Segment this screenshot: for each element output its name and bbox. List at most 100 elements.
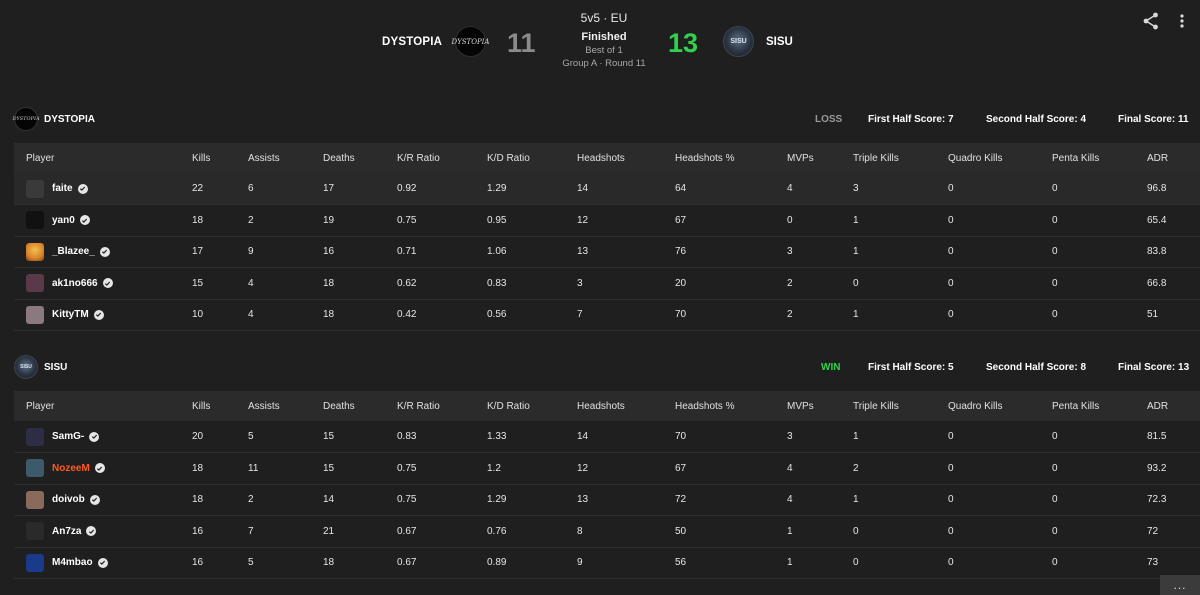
stat-cell: 0: [948, 246, 954, 258]
column-header[interactable]: K/R Ratio: [397, 143, 487, 173]
stat-cell: 0: [1052, 557, 1058, 569]
player-name[interactable]: NozeeM: [52, 463, 90, 474]
player-name[interactable]: KittyTM: [52, 309, 89, 320]
avatar[interactable]: [26, 427, 44, 446]
stat-cell: 0.83: [487, 277, 507, 289]
stat-cell: 81.5: [1147, 431, 1167, 442]
player-name[interactable]: M4mbao: [52, 557, 93, 568]
column-header[interactable]: Deaths: [323, 391, 397, 421]
column-header[interactable]: MVPs: [787, 143, 853, 173]
column-header[interactable]: Quadro Kills: [948, 391, 1052, 421]
column-header[interactable]: K/D Ratio: [487, 143, 577, 173]
verified-check-icon: [89, 431, 100, 442]
column-header[interactable]: Kills: [192, 391, 248, 421]
stat-cell: 1.29: [487, 183, 507, 194]
player-name[interactable]: doivob: [52, 494, 85, 505]
team-logo[interactable]: SISU: [14, 355, 38, 379]
column-header[interactable]: Quadro Kills: [948, 143, 1052, 173]
column-header[interactable]: ADR: [1147, 143, 1200, 173]
column-header[interactable]: Penta Kills: [1052, 143, 1147, 173]
avatar[interactable]: [26, 242, 44, 261]
player-name[interactable]: SamG-: [52, 431, 84, 442]
player-cell: SamG-: [14, 421, 192, 453]
match-mode: 5v5 · EU: [580, 11, 628, 25]
share-icon[interactable]: [1143, 12, 1159, 30]
stat-cell: 16: [192, 557, 204, 569]
verified-check-icon: [94, 463, 105, 474]
team-section-sisu: SISU SISU WIN First Half Score: 5 Second…: [14, 353, 1200, 579]
column-header[interactable]: Triple Kills: [853, 391, 948, 421]
column-header[interactable]: K/D Ratio: [487, 391, 577, 421]
column-header[interactable]: ADR: [1147, 391, 1200, 421]
stat-cell: 0: [948, 309, 954, 321]
team-name[interactable]: DYSTOPIA: [44, 114, 95, 125]
column-header[interactable]: Player: [14, 391, 192, 421]
column-header[interactable]: Triple Kills: [853, 143, 948, 173]
team-logo[interactable]: DYSTOPIA: [12, 107, 40, 131]
stat-cell: 3: [853, 183, 859, 194]
avatar[interactable]: [26, 179, 44, 198]
player-row[interactable]: M4mbao 16 5 18 0.67 0.89 9 56 1 0 0 0 73: [14, 547, 1200, 579]
chat-icon[interactable]: ...: [1160, 575, 1200, 595]
player-row[interactable]: yan0 18 2 19 0.75 0.95 12 67 0 1 0 0 65.4: [14, 205, 1200, 237]
avatar[interactable]: [26, 553, 44, 572]
player-row[interactable]: faite 22 6 17 0.92 1.29 14 64 4 3 0 0 96.8: [14, 173, 1200, 205]
column-header[interactable]: K/R Ratio: [397, 391, 487, 421]
player-row[interactable]: KittyTM 10 4 18 0.42 0.56 7 70 2 1 0 0 51: [14, 299, 1200, 331]
stat-cell: 4: [248, 277, 254, 289]
column-header[interactable]: Headshots %: [675, 143, 787, 173]
player-cell: doivob: [14, 484, 192, 516]
stat-cell: 0: [948, 214, 954, 226]
player-row[interactable]: doivob 18 2 14 0.75 1.29 13 72 4 1 0 0 72.3: [14, 484, 1200, 516]
stat-cell: 56: [675, 557, 687, 569]
avatar[interactable]: [26, 490, 44, 509]
column-header[interactable]: Penta Kills: [1052, 391, 1147, 421]
verified-check-icon: [77, 183, 88, 194]
stat-cell: 0.92: [397, 183, 417, 194]
stat-cell: 21: [323, 525, 335, 537]
stat-cell: 0: [1052, 309, 1058, 321]
avatar[interactable]: [26, 211, 44, 230]
column-header[interactable]: Kills: [192, 143, 248, 173]
player-name[interactable]: ak1no666: [52, 278, 98, 289]
stat-cell: 0: [1052, 431, 1058, 442]
team-left-logo[interactable]: DYSTOPIA: [452, 26, 489, 57]
player-name[interactable]: An7za: [52, 526, 81, 537]
avatar[interactable]: [26, 459, 44, 478]
column-header[interactable]: Headshots: [577, 391, 675, 421]
column-header[interactable]: Headshots %: [675, 391, 787, 421]
stat-cell: 16: [192, 525, 204, 537]
stat-cell: 14: [323, 494, 335, 506]
player-name[interactable]: faite: [52, 183, 73, 194]
avatar[interactable]: [26, 522, 44, 541]
team-name[interactable]: SISU: [44, 362, 67, 373]
avatar[interactable]: [26, 274, 44, 293]
column-header[interactable]: Player: [14, 143, 192, 173]
column-header[interactable]: MVPs: [787, 391, 853, 421]
player-row[interactable]: SamG- 20 5 15 0.83 1.33 14 70 3 1 0 0 81.5: [14, 421, 1200, 453]
player-name[interactable]: yan0: [52, 215, 75, 226]
stat-cell: 13: [577, 246, 589, 258]
column-header[interactable]: Assists: [248, 391, 323, 421]
stat-cell: 6: [248, 183, 254, 194]
stat-cell: 2: [248, 214, 254, 226]
stat-cell: 3: [577, 277, 583, 289]
column-header[interactable]: Assists: [248, 143, 323, 173]
player-row[interactable]: ak1no666 15 4 18 0.62 0.83 3 20 2 0 0 0 66.8: [14, 268, 1200, 299]
team-right-score: 13: [668, 28, 699, 58]
player-row[interactable]: NozeeM 18 11 15 0.75 1.2 12 67 4 2 0 0 93.2: [14, 453, 1200, 484]
match-status: Finished: [581, 31, 627, 43]
team-right-logo[interactable]: SISU: [723, 26, 754, 57]
team-left-name[interactable]: DYSTOPIA: [382, 36, 442, 48]
player-row[interactable]: _Blazee_ 17 9 16 0.71 1.06 13 76 3 1 0 0 83.8: [14, 236, 1200, 268]
stat-cell: 3: [787, 246, 793, 258]
verified-check-icon: [97, 557, 108, 568]
column-header[interactable]: Headshots: [577, 143, 675, 173]
team-right-name[interactable]: SISU: [766, 36, 793, 48]
avatar[interactable]: [26, 305, 44, 324]
player-row[interactable]: An7za 16 7 21 0.67 0.76 8 50 1 0 0 0 72: [14, 516, 1200, 547]
player-cell: yan0: [14, 205, 192, 237]
player-name[interactable]: _Blazee_: [52, 246, 95, 257]
column-header[interactable]: Deaths: [323, 143, 397, 173]
more-vertical-icon[interactable]: [1178, 12, 1186, 30]
